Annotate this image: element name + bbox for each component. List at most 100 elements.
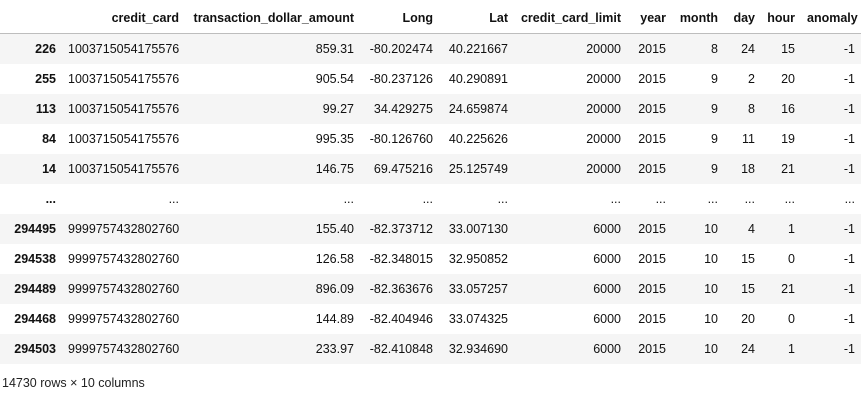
table-cell: 1003715054175576 <box>68 72 180 86</box>
table-cell: 146.75 <box>315 162 354 176</box>
table-cell: 10 <box>704 282 718 296</box>
table-cell: 20 <box>781 72 795 86</box>
table-cell: 40.221667 <box>448 42 508 56</box>
table-cell: 24 <box>741 42 755 56</box>
table-cell: 99.27 <box>322 102 354 116</box>
column-header: Long <box>360 4 439 34</box>
column-header: transaction_dollar_amount <box>185 4 360 34</box>
table-row: 294489 9999757432802760 896.09 -82.363676 33… <box>0 274 861 304</box>
table-cell: -1 <box>843 312 855 326</box>
table-cell: 34.429275 <box>373 102 433 116</box>
table-cell: 20000 <box>586 162 621 176</box>
table-cell: -82.410848 <box>369 342 433 356</box>
table-cell: 2015 <box>638 162 666 176</box>
table-cell: 16 <box>781 102 795 116</box>
table-cell: 8 <box>748 102 755 116</box>
row-index: 294538 <box>14 252 56 266</box>
row-index: ... <box>45 192 56 206</box>
table-cell: 9999757432802760 <box>68 282 180 296</box>
table-cell: 6000 <box>593 282 621 296</box>
column-header: month <box>672 4 724 34</box>
table-cell: 9 <box>711 102 718 116</box>
table-cell: 2015 <box>638 342 666 356</box>
table-cell: 2015 <box>638 282 666 296</box>
table-cell: ... <box>844 192 855 206</box>
table-cell: 69.475216 <box>373 162 433 176</box>
table-cell: 0 <box>788 312 795 326</box>
table-row: 113 1003715054175576 99.27 34.429275 24.6598… <box>0 94 861 124</box>
table-shape-footer: 14730 rows × 10 columns <box>2 376 145 390</box>
table-cell: -80.237126 <box>369 72 433 86</box>
table-cell: 20 <box>741 312 755 326</box>
table-cell: -82.348015 <box>369 252 433 266</box>
dataframe-table: credit_card transaction_dollar_amount Long… <box>0 4 861 364</box>
table-cell: 9 <box>711 162 718 176</box>
row-index: 226 <box>35 42 56 56</box>
table-row: 14 1003715054175576 146.75 69.475216 25.1257… <box>0 154 861 184</box>
table-cell: 126.58 <box>315 252 354 266</box>
table-cell: 10 <box>704 312 718 326</box>
table-cell: ... <box>655 192 666 206</box>
table-row: ................................. <box>0 184 861 214</box>
table-cell: ... <box>610 192 621 206</box>
table-cell: 19 <box>781 132 795 146</box>
table-cell: 1 <box>788 222 795 236</box>
table-cell: -1 <box>843 342 855 356</box>
table-cell: 233.97 <box>315 342 354 356</box>
table-cell: 8 <box>711 42 718 56</box>
table-cell: 33.074325 <box>448 312 508 326</box>
table-cell: 6000 <box>593 342 621 356</box>
row-index: 294495 <box>14 222 56 236</box>
table-cell: 10 <box>704 222 718 236</box>
table-cell: 20000 <box>586 42 621 56</box>
table-cell: 32.950852 <box>448 252 508 266</box>
index-header <box>0 4 62 34</box>
column-header: year <box>627 4 672 34</box>
row-index: 294503 <box>14 342 56 356</box>
table-cell: 21 <box>781 162 795 176</box>
table-cell: -82.404946 <box>369 312 433 326</box>
table-cell: -1 <box>843 132 855 146</box>
table-cell: -1 <box>843 72 855 86</box>
table-cell: 21 <box>781 282 795 296</box>
table-cell: 15 <box>741 282 755 296</box>
table-cell: 25.125749 <box>448 162 508 176</box>
table-cell: 2015 <box>638 102 666 116</box>
table-cell: 20000 <box>586 102 621 116</box>
table-cell: -1 <box>843 102 855 116</box>
table-cell: 6000 <box>593 312 621 326</box>
table-cell: 20000 <box>586 132 621 146</box>
table-cell: 11 <box>742 132 755 146</box>
table-cell: 15 <box>741 252 755 266</box>
table-cell: ... <box>422 192 433 206</box>
table-cell: 18 <box>741 162 755 176</box>
table-cell: 6000 <box>593 222 621 236</box>
table-row: 226 1003715054175576 859.31 -80.202474 40.22… <box>0 33 861 64</box>
table-cell: 1003715054175576 <box>68 162 180 176</box>
table-cell: 995.35 <box>315 132 354 146</box>
table-cell: 2 <box>748 72 755 86</box>
table-cell: ... <box>343 192 354 206</box>
table-cell: 2015 <box>638 72 666 86</box>
table-body: 226 1003715054175576 859.31 -80.202474 40.22… <box>0 33 861 364</box>
table-cell: 905.54 <box>315 72 354 86</box>
row-index: 14 <box>42 162 56 176</box>
table-cell: ... <box>784 192 795 206</box>
table-cell: 1003715054175576 <box>68 102 180 116</box>
table-row: 84 1003715054175576 995.35 -80.126760 40.225… <box>0 124 861 154</box>
table-cell: 1 <box>788 342 795 356</box>
table-row: 294495 9999757432802760 155.40 -82.373712 33… <box>0 214 861 244</box>
table-cell: 2015 <box>638 42 666 56</box>
table-cell: -80.202474 <box>369 42 433 56</box>
table-cell: 896.09 <box>315 282 354 296</box>
table-row: 294503 9999757432802760 233.97 -82.410848 32… <box>0 334 861 364</box>
dataframe-output: credit_card transaction_dollar_amount Long… <box>0 0 861 401</box>
table-cell: ... <box>744 192 755 206</box>
column-header: credit_card_limit <box>514 4 627 34</box>
column-header: day <box>724 4 761 34</box>
table-cell: 10 <box>704 342 718 356</box>
table-cell: 2015 <box>638 252 666 266</box>
table-cell: 20000 <box>586 72 621 86</box>
table-cell: 9 <box>711 72 718 86</box>
table-cell: 15 <box>781 42 795 56</box>
